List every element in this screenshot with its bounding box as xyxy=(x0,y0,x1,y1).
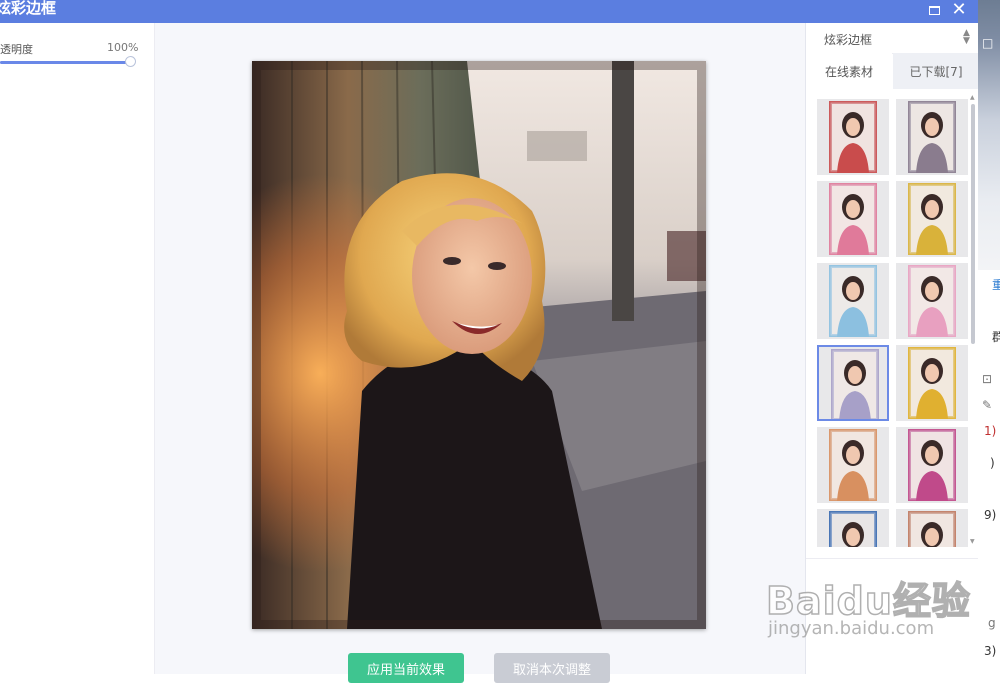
title-bar: 炫彩边框 ✕ xyxy=(0,0,978,23)
frame-thumbnail[interactable] xyxy=(896,427,968,503)
bg-glyph: 重 xyxy=(992,278,1000,292)
frame-library-panel: 炫彩边框 ▲ ▼ 在线素材 已下载[7] ▲ ▼ xyxy=(805,23,979,674)
adjust-panel: 透明度 100% xyxy=(0,23,155,674)
maximize-button[interactable] xyxy=(923,0,945,20)
thumbnail-scrollbar[interactable]: ▲ ▼ xyxy=(970,94,976,546)
bg-glyph: g xyxy=(988,616,996,630)
frame-thumbnail[interactable] xyxy=(817,263,889,339)
frame-thumbnail[interactable] xyxy=(817,99,889,175)
cancel-adjustment-button[interactable]: 取消本次调整 xyxy=(494,653,610,683)
opacity-label: 透明度 xyxy=(0,43,33,56)
bg-glyph: ✎ xyxy=(982,398,993,412)
thumbnail-image xyxy=(829,183,877,255)
maximize-icon xyxy=(928,5,940,15)
panel-divider xyxy=(806,558,979,559)
frame-category-value: 炫彩边框 xyxy=(824,33,873,47)
bg-glyph: 3) xyxy=(984,644,997,658)
thumbnail-image xyxy=(908,511,956,547)
close-icon: ✕ xyxy=(951,0,967,20)
bg-glyph: 群 xyxy=(992,330,1000,344)
frame-category-select[interactable]: 炫彩边框 ▲ ▼ xyxy=(806,23,979,54)
preview-photo xyxy=(252,61,706,629)
opacity-slider-fill xyxy=(0,61,130,64)
bg-glyph: □ xyxy=(982,36,994,50)
close-button[interactable]: ✕ xyxy=(948,0,970,20)
thumbnail-image xyxy=(908,429,956,501)
frame-thumbnail[interactable] xyxy=(896,99,968,175)
thumbnail-image xyxy=(829,265,877,337)
bg-glyph: 9) xyxy=(984,508,997,522)
frame-thumbnail[interactable] xyxy=(896,181,968,257)
preview-canvas: 应用当前效果 取消本次调整 xyxy=(155,23,805,683)
thumbnail-image xyxy=(908,265,956,337)
background-window: □ 重 群 ⊡ ✎ 1) ) 9) g 3) xyxy=(978,0,1000,674)
window-title: 炫彩边框 xyxy=(0,0,57,17)
thumbnail-image xyxy=(908,183,956,255)
frame-thumbnail[interactable] xyxy=(817,427,889,503)
frame-thumbnail[interactable] xyxy=(817,509,889,547)
opacity-value: 100% xyxy=(107,41,139,54)
opacity-slider-handle[interactable] xyxy=(125,56,136,67)
bg-glyph: ⊡ xyxy=(982,372,993,386)
frame-thumbnail-grid xyxy=(806,90,979,547)
frame-thumbnail[interactable] xyxy=(896,509,968,547)
photo-illustration xyxy=(252,61,706,629)
bg-glyph: ) xyxy=(990,456,995,470)
thumbnail-image xyxy=(829,101,877,173)
select-arrows-icon: ▲ ▼ xyxy=(963,28,970,46)
thumbnail-image xyxy=(908,347,956,419)
bg-glyph: 1) xyxy=(984,424,997,438)
scroll-down-icon[interactable]: ▼ xyxy=(970,538,975,545)
thumbnail-image xyxy=(829,511,877,547)
tab-downloaded[interactable]: 已下载[7] xyxy=(893,53,979,89)
scrollbar-thumb[interactable] xyxy=(971,104,975,344)
thumbnail-image xyxy=(908,101,956,173)
opacity-slider-track[interactable] xyxy=(0,61,130,64)
thumbnail-image xyxy=(831,349,879,419)
frame-thumbnail[interactable] xyxy=(896,263,968,339)
scroll-up-icon[interactable]: ▲ xyxy=(970,94,975,101)
tab-online-materials[interactable]: 在线素材 xyxy=(806,53,892,89)
frame-thumbnail[interactable] xyxy=(817,345,889,421)
apply-effect-button[interactable]: 应用当前效果 xyxy=(348,653,464,683)
thumbnail-image xyxy=(829,429,877,501)
frame-thumbnail[interactable] xyxy=(896,345,968,421)
frame-thumbnail[interactable] xyxy=(817,181,889,257)
